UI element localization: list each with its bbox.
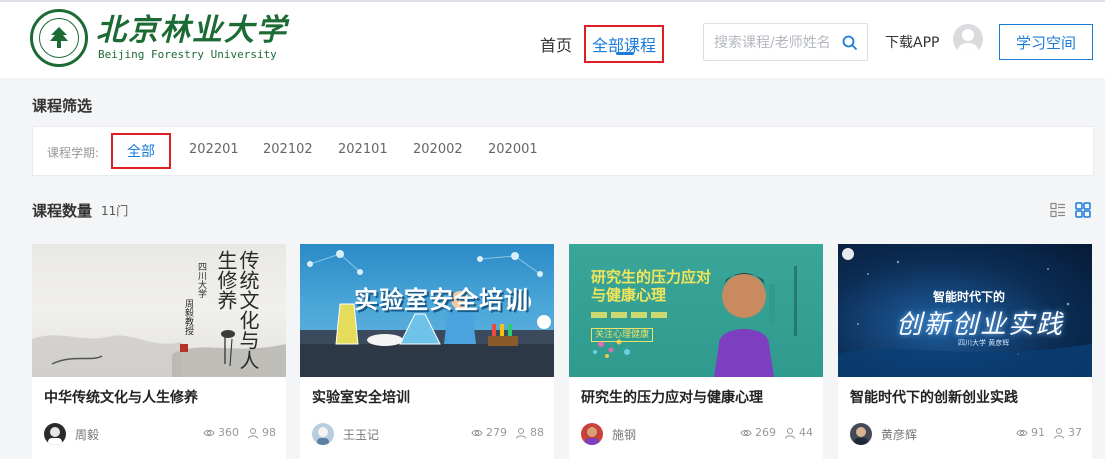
teacher-avatar bbox=[312, 423, 334, 445]
course-card[interactable]: 智能时代下的 创新创业实践 四川大学 黄彦辉 智能时代下的创新创业实践 黄彦辉 … bbox=[838, 244, 1092, 459]
course-cover-image: 研究生的压力应对 与健康心理 关注心理健康 bbox=[569, 244, 823, 377]
course-card[interactable]: 实验室安全培训 实验室安全培训 王玉记 279 88 bbox=[300, 244, 554, 459]
active-nav-indicator bbox=[616, 52, 634, 55]
university-logo[interactable]: 北京林业大学 Beijing Forestry University bbox=[30, 9, 288, 67]
cover-text-sub: 智能时代下的 bbox=[933, 290, 1006, 304]
cover-text-school: 四川大学 bbox=[196, 262, 206, 298]
top-header: 北京林业大学 Beijing Forestry University 首页 全部… bbox=[0, 0, 1105, 78]
grid-view-icon[interactable] bbox=[1075, 202, 1091, 218]
term-filter-label: 课程学期: bbox=[47, 146, 100, 160]
student-count: 44 bbox=[799, 426, 813, 439]
cover-text-main: 传统文化与人生修养 bbox=[214, 250, 260, 370]
term-option-202101[interactable]: 202101 bbox=[338, 142, 388, 157]
eye-icon bbox=[471, 429, 483, 436]
student-count: 88 bbox=[530, 426, 544, 439]
course-stats: 91 37 bbox=[1016, 426, 1082, 439]
teacher-avatar bbox=[850, 423, 872, 445]
course-stats: 279 88 bbox=[471, 426, 544, 439]
term-option-202102[interactable]: 202102 bbox=[263, 142, 313, 157]
person-icon bbox=[1054, 427, 1064, 439]
term-option-202001[interactable]: 202001 bbox=[488, 142, 538, 157]
cover-text-line2: 与健康心理 bbox=[591, 286, 667, 304]
course-count-value: 11门 bbox=[101, 204, 129, 218]
user-avatar[interactable] bbox=[953, 24, 983, 54]
student-count: 37 bbox=[1068, 426, 1082, 439]
term-option-202002[interactable]: 202002 bbox=[413, 142, 463, 157]
course-title[interactable]: 研究生的压力应对与健康心理 bbox=[581, 387, 763, 407]
course-card[interactable]: 研究生的压力应对 与健康心理 关注心理健康 研究生的压力应对与健康心理 施钢 2… bbox=[569, 244, 823, 459]
search-input[interactable] bbox=[714, 33, 834, 53]
cover-tag: 关注心理健康 bbox=[591, 328, 654, 342]
teacher-name: 周毅 bbox=[75, 428, 100, 442]
course-stats: 360 98 bbox=[203, 426, 276, 439]
cover-text-main: 创新创业实践 bbox=[896, 310, 1065, 340]
search-icon[interactable] bbox=[839, 32, 861, 54]
term-filter-bar: 课程学期: 全部 202201 202102 202101 202002 202… bbox=[32, 126, 1094, 176]
university-seal-icon bbox=[30, 9, 88, 67]
course-count-label: 课程数量 bbox=[32, 202, 93, 220]
filter-section-title: 课程筛选 bbox=[32, 97, 93, 115]
student-count: 98 bbox=[262, 426, 276, 439]
course-title[interactable]: 中华传统文化与人生修养 bbox=[44, 387, 198, 407]
list-view-icon[interactable] bbox=[1050, 202, 1066, 218]
person-icon bbox=[516, 427, 526, 439]
view-count: 269 bbox=[755, 426, 776, 439]
eye-icon bbox=[1016, 429, 1028, 436]
course-cover-image: 实验室安全培训 bbox=[300, 244, 554, 377]
nav-all-courses[interactable]: 全部课程 bbox=[584, 25, 664, 63]
course-cover-image: 智能时代下的 创新创业实践 四川大学 黄彦辉 bbox=[838, 244, 1092, 377]
view-count: 360 bbox=[218, 426, 239, 439]
teacher-avatar bbox=[44, 423, 66, 445]
person-icon bbox=[248, 427, 258, 439]
teacher-name: 黄彦辉 bbox=[881, 428, 918, 442]
logo-english-name: Beijing Forestry University bbox=[98, 48, 277, 61]
course-title[interactable]: 实验室安全培训 bbox=[312, 387, 410, 407]
person-icon bbox=[785, 427, 795, 439]
cover-text-small: 四川大学 黄彦辉 bbox=[958, 339, 1010, 347]
cover-text-teacher: 周毅教授 bbox=[183, 299, 193, 335]
cover-text-line1: 研究生的压力应对 bbox=[591, 268, 712, 286]
search-box bbox=[703, 23, 868, 61]
logo-chinese-name: 北京林业大学 bbox=[96, 13, 288, 48]
course-title[interactable]: 智能时代下的创新创业实践 bbox=[850, 387, 1018, 407]
eye-icon bbox=[203, 429, 215, 436]
view-count: 91 bbox=[1031, 426, 1045, 439]
course-stats: 269 44 bbox=[740, 426, 813, 439]
nav-home[interactable]: 首页 bbox=[540, 32, 572, 56]
study-space-button[interactable]: 学习空间 bbox=[999, 24, 1093, 60]
course-cover-image: 传统文化与人生修养 四川大学 周毅教授 bbox=[32, 244, 286, 377]
teacher-name: 王玉记 bbox=[343, 428, 380, 442]
teacher-avatar bbox=[581, 423, 603, 445]
term-option-all[interactable]: 全部 bbox=[111, 133, 171, 169]
view-count: 279 bbox=[486, 426, 507, 439]
download-app-link[interactable]: 下载APP bbox=[885, 32, 939, 52]
eye-icon bbox=[740, 429, 752, 436]
term-option-202201[interactable]: 202201 bbox=[189, 142, 239, 157]
cover-text-main: 实验室安全培训 bbox=[354, 286, 529, 314]
teacher-name: 施钢 bbox=[612, 428, 637, 442]
course-card[interactable]: 传统文化与人生修养 四川大学 周毅教授 中华传统文化与人生修养 周毅 360 9… bbox=[32, 244, 286, 459]
